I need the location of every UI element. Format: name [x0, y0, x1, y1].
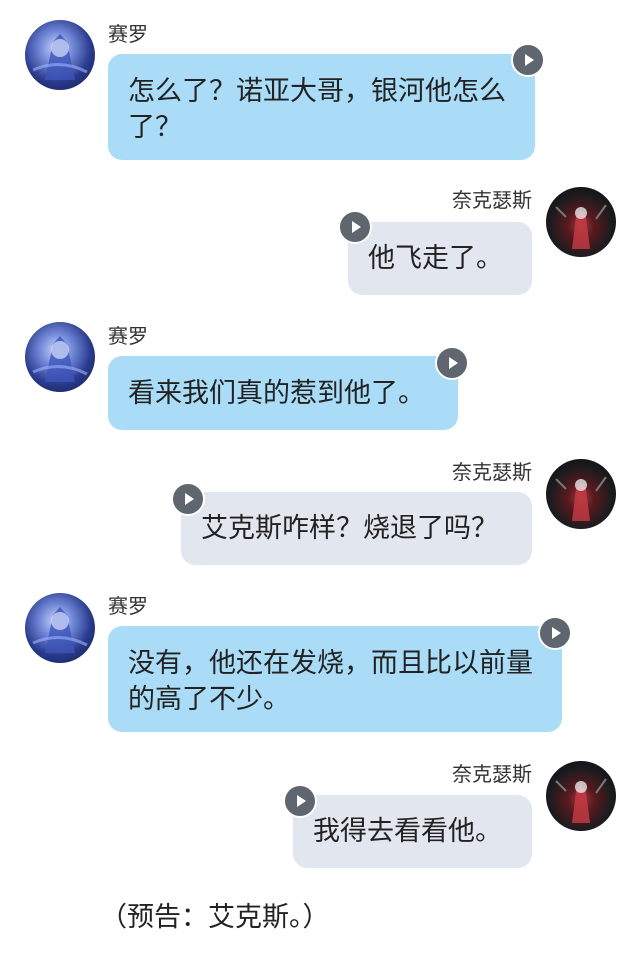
- zero-avatar[interactable]: [25, 593, 95, 663]
- nexus-avatar[interactable]: [546, 459, 616, 529]
- message-bubble[interactable]: 我得去看看他。: [293, 795, 532, 868]
- play-icon[interactable]: [283, 784, 317, 818]
- message-bubble[interactable]: 看来我们真的惹到他了。: [108, 356, 458, 430]
- zero-avatar[interactable]: [25, 20, 95, 90]
- sender-name: 赛罗: [108, 22, 148, 46]
- sender-name: 赛罗: [108, 324, 148, 348]
- message-bubble[interactable]: 艾克斯咋样？烧退了吗？: [181, 492, 532, 565]
- sender-name: 奈克瑟斯: [452, 460, 532, 484]
- message-text: 艾克斯咋样？烧退了吗？: [201, 513, 498, 544]
- message-bubble[interactable]: 怎么了？诺亚大哥，银河他怎么 了？: [108, 54, 535, 160]
- play-icon[interactable]: [435, 346, 469, 380]
- message-text: 我得去看看他。: [313, 816, 502, 847]
- message-text: 看来我们真的惹到他了。: [128, 378, 425, 409]
- nexus-avatar[interactable]: [546, 187, 616, 257]
- preview-caption: （预告：艾克斯。）: [100, 902, 330, 933]
- message-bubble[interactable]: 没有，他还在发烧，而且比以前量 的高了不少。: [108, 626, 562, 732]
- play-icon[interactable]: [511, 43, 545, 77]
- message-text: 他飞走了。: [368, 243, 503, 274]
- message-bubble[interactable]: 他飞走了。: [348, 222, 532, 295]
- play-icon[interactable]: [338, 210, 372, 244]
- zero-avatar[interactable]: [25, 322, 95, 392]
- sender-name: 奈克瑟斯: [452, 762, 532, 786]
- message-text: 怎么了？诺亚大哥，银河他怎么 了？: [128, 76, 506, 143]
- sender-name: 赛罗: [108, 594, 148, 618]
- play-icon[interactable]: [171, 482, 205, 516]
- play-icon[interactable]: [538, 616, 572, 650]
- message-text: 没有，他还在发烧，而且比以前量 的高了不少。: [128, 648, 533, 715]
- sender-name: 奈克瑟斯: [452, 188, 532, 212]
- nexus-avatar[interactable]: [546, 761, 616, 831]
